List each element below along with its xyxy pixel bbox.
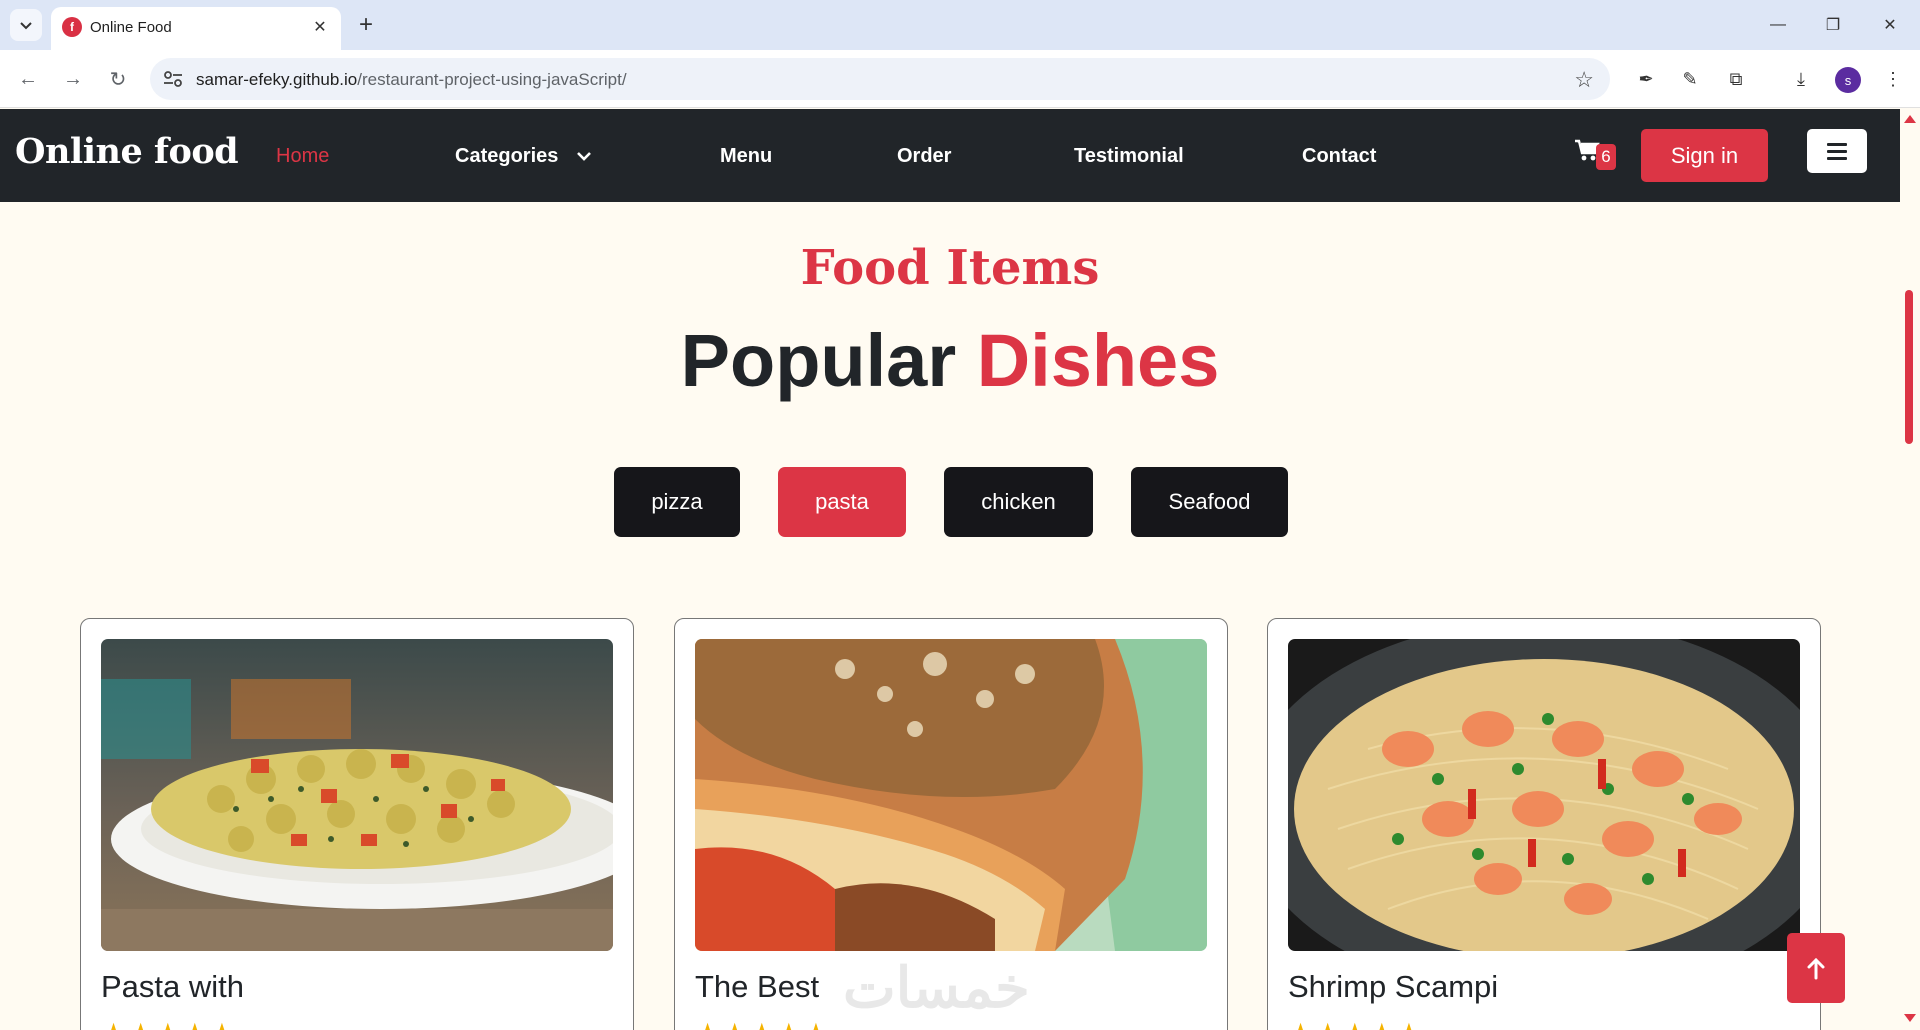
filter-pasta-button[interactable]: pasta: [778, 467, 906, 537]
hamburger-icon[interactable]: [1807, 129, 1867, 173]
dish-card[interactable]: Pasta with ★★★★★: [80, 618, 634, 1030]
filter-seafood-button[interactable]: Seafood: [1131, 467, 1288, 537]
dish-image-shrimp-scampi: [1288, 639, 1800, 951]
profile-avatar[interactable]: s: [1835, 67, 1861, 93]
dish-title: Pasta with: [101, 969, 245, 1004]
bookmark-star-icon[interactable]: ☆: [1574, 67, 1594, 93]
rating-stars: ★★★★★: [1288, 1017, 1424, 1030]
new-tab-button[interactable]: +: [352, 11, 380, 39]
chevron-down-icon: [577, 152, 591, 161]
window-close-icon[interactable]: ✕: [1870, 9, 1910, 41]
scroll-up-arrow-icon[interactable]: [1904, 115, 1916, 123]
cart-button[interactable]: 6: [1574, 138, 1620, 170]
arrow-up-icon: [1807, 957, 1825, 980]
section-subtitle: Food Items: [800, 240, 1100, 296]
cart-count-badge: 6: [1596, 144, 1616, 170]
browser-tab[interactable]: f Online Food ✕: [51, 7, 341, 50]
dish-image-lasagna: [695, 639, 1207, 951]
browser-toolbar: ← → ↻ samar-efeky.github.io/restaurant-p…: [0, 50, 1920, 108]
url-host: samar-efeky.github.io: [196, 70, 358, 89]
dish-image-pasta-salad: [101, 639, 613, 951]
dish-card[interactable]: Shrimp Scampi ★★★★★: [1267, 618, 1821, 1030]
browser-menu-icon[interactable]: ⋮: [1878, 64, 1908, 94]
chevron-down-icon: [20, 22, 32, 30]
minimize-icon[interactable]: —: [1758, 9, 1798, 41]
reload-icon[interactable]: ↻: [102, 63, 134, 95]
filter-chicken-button[interactable]: chicken: [944, 467, 1093, 537]
color-picker-icon[interactable]: ✎: [1675, 64, 1705, 94]
filter-pizza-button[interactable]: pizza: [614, 467, 740, 537]
back-to-top-button[interactable]: [1787, 933, 1845, 1003]
dish-title: The Best: [695, 969, 820, 1004]
scroll-down-arrow-icon[interactable]: [1904, 1014, 1916, 1022]
back-icon[interactable]: ←: [12, 63, 44, 95]
rating-stars: ★★★★★: [695, 1017, 831, 1030]
nav-home[interactable]: Home: [276, 145, 329, 168]
url-text: samar-efeky.github.io/restaurant-project…: [196, 70, 627, 90]
url-path: /restaurant-project-using-javaScript/: [357, 70, 627, 89]
watermark-text: خمسات: [843, 956, 1030, 1019]
scrollbar-thumb[interactable]: [1905, 290, 1913, 444]
section-title-part1: Popular: [680, 319, 957, 402]
site-info-icon[interactable]: [162, 69, 184, 89]
page-scrollbar[interactable]: [1900, 109, 1920, 1030]
nav-order[interactable]: Order: [897, 145, 951, 168]
tab-search-button[interactable]: [10, 9, 42, 41]
download-icon[interactable]: ⤓: [1786, 64, 1816, 94]
section-title: Popular Dishes: [0, 318, 1900, 403]
forward-icon[interactable]: →: [57, 63, 89, 95]
browser-tab-bar: f Online Food ✕ + — ❐ ✕: [0, 0, 1920, 50]
restore-icon[interactable]: ❐: [1813, 9, 1853, 41]
eyedropper-icon[interactable]: ✒: [1631, 64, 1661, 94]
nav-menu[interactable]: Menu: [720, 145, 772, 168]
rating-stars: ★★★★★: [101, 1017, 237, 1030]
favicon-icon: f: [62, 17, 82, 37]
dish-title: Shrimp Scampi: [1288, 969, 1499, 1004]
nav-contact[interactable]: Contact: [1302, 145, 1376, 168]
nav-categories[interactable]: Categories: [455, 145, 592, 168]
site-navbar: Online food Home Categories Menu Order T…: [0, 109, 1900, 202]
extensions-icon[interactable]: ⧉: [1721, 64, 1751, 94]
close-icon[interactable]: ✕: [308, 15, 332, 39]
brand-logo[interactable]: Online food: [15, 131, 239, 172]
tab-title: Online Food: [90, 19, 172, 36]
nav-categories-label: Categories: [455, 145, 559, 167]
sign-in-button[interactable]: Sign in: [1641, 129, 1768, 182]
nav-testimonial[interactable]: Testimonial: [1074, 145, 1184, 168]
section-title-part2: Dishes: [976, 319, 1220, 402]
address-bar[interactable]: samar-efeky.github.io/restaurant-project…: [150, 58, 1610, 100]
